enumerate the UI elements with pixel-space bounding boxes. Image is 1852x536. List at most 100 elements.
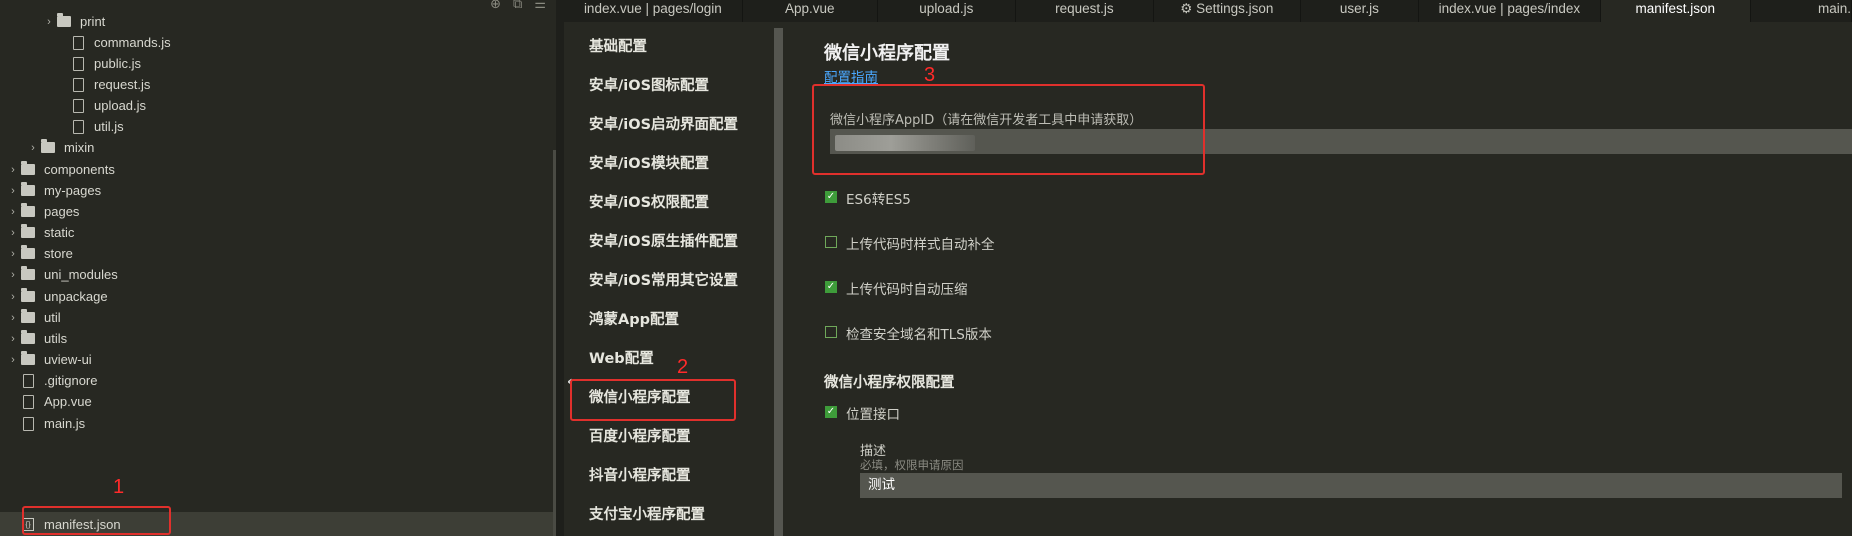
file-icon: [72, 77, 84, 92]
nav-item-app-modules[interactable]: 安卓/iOS模块配置: [589, 150, 709, 178]
file-icon: [22, 416, 34, 431]
manifest-config-nav: 基础配置 安卓/iOS图标配置 安卓/iOS启动界面配置 安卓/iOS模块配置 …: [564, 22, 774, 536]
chevron-right-icon[interactable]: ›: [6, 164, 20, 176]
tree-item-label: unpackage: [44, 289, 108, 304]
panel-divider[interactable]: [556, 0, 564, 536]
tree-item-label: pages: [44, 204, 80, 219]
nav-scrollbar[interactable]: [774, 28, 783, 536]
tree-item-label: print: [80, 14, 106, 29]
tree-item-label: utils: [44, 331, 68, 346]
es6-checkbox[interactable]: ✓: [825, 191, 837, 203]
tab-app-vue[interactable]: App.vue: [743, 0, 878, 22]
tab-index-index[interactable]: index.vue | pages/index: [1419, 0, 1601, 22]
tab-user-js[interactable]: user.js: [1301, 0, 1420, 22]
tree-item-label: my-pages: [44, 183, 102, 198]
nav-item-app-other-settings[interactable]: 安卓/iOS常用其它设置: [589, 267, 738, 295]
tree-item-label: request.js: [94, 77, 151, 92]
editor-tab-bar: index.vue | pages/login App.vue upload.j…: [564, 0, 1852, 22]
style-autoprefix-checkbox[interactable]: [825, 236, 837, 248]
tree-item-label: upload.js: [94, 98, 147, 113]
check-icon: ✓: [826, 191, 836, 202]
folder-icon: [21, 309, 35, 323]
tab-main-js[interactable]: main.: [1751, 0, 1852, 22]
tree-item-label: uview-ui: [44, 352, 92, 367]
folder-icon: [21, 182, 35, 196]
nav-item-baidu[interactable]: 百度小程序配置: [589, 423, 691, 451]
chevron-right-icon[interactable]: ›: [6, 312, 20, 324]
tab-label: index.vue | pages/index: [1438, 1, 1581, 16]
tab-label: App.vue: [785, 1, 835, 16]
gear-icon: ⚙: [1180, 1, 1197, 16]
file-icon: [72, 119, 84, 134]
file-icon: [22, 373, 34, 388]
tree-item-label: mixin: [64, 140, 95, 155]
tree-item-label: util.js: [94, 119, 124, 134]
nav-item-app-native-plugins[interactable]: 安卓/iOS原生插件配置: [589, 228, 738, 256]
tab-label: manifest.json: [1635, 1, 1715, 16]
minify-label: 上传代码时自动压缩: [846, 282, 968, 298]
nav-item-web[interactable]: Web配置: [589, 345, 654, 373]
chevron-right-icon[interactable]: ›: [6, 333, 20, 345]
nav-item-app-icon[interactable]: 安卓/iOS图标配置: [589, 72, 709, 100]
tab-label: index.vue | pages/login: [583, 1, 722, 16]
chevron-right-icon[interactable]: ›: [6, 227, 20, 239]
tab-label: user.js: [1339, 1, 1379, 16]
folder-icon: [21, 266, 35, 280]
chevron-right-icon[interactable]: ›: [6, 354, 20, 366]
annotation-number-2: 2: [677, 356, 689, 378]
chevron-right-icon[interactable]: ›: [6, 248, 20, 260]
chevron-right-icon[interactable]: ›: [42, 16, 56, 28]
chevron-right-icon[interactable]: ›: [6, 291, 20, 303]
nav-item-toutiao[interactable]: 抖音小程序配置: [589, 462, 691, 490]
folder-icon: [21, 245, 35, 259]
annotation-number-3: 3: [924, 64, 936, 86]
tab-label: main.: [1817, 1, 1851, 16]
chevron-right-icon[interactable]: ›: [26, 142, 40, 154]
tab-index-login[interactable]: index.vue | pages/login: [564, 0, 743, 22]
nav-item-app-permissions[interactable]: 安卓/iOS权限配置: [589, 189, 709, 217]
location-checkbox[interactable]: ✓: [825, 406, 837, 418]
nav-item-basic[interactable]: 基础配置: [589, 33, 647, 61]
es6-label: ES6转ES5: [846, 192, 911, 208]
tree-item-label: main.js: [44, 416, 86, 431]
tab-request-js[interactable]: request.js: [1016, 0, 1154, 22]
annotation-box-1: [22, 506, 171, 535]
chevron-right-icon[interactable]: ›: [6, 269, 20, 281]
tree-item-label: commands.js: [94, 35, 171, 50]
annotation-box-3: [812, 84, 1205, 175]
check-icon: ✓: [826, 406, 836, 417]
tree-item-label: static: [44, 225, 75, 240]
nav-item-app-splash[interactable]: 安卓/iOS启动界面配置: [589, 111, 738, 139]
tree-item-label: components: [44, 162, 115, 177]
desc-input[interactable]: 测试: [860, 473, 1842, 498]
check-icon: ✓: [826, 281, 836, 292]
chevron-right-icon[interactable]: ›: [6, 185, 20, 197]
tree-item-label: util: [44, 310, 61, 325]
file-icon: [22, 394, 34, 409]
url-check-label: 检查安全域名和TLS版本: [846, 327, 992, 343]
annotation-number-1: 1: [113, 476, 125, 498]
tab-label: request.js: [1055, 1, 1114, 16]
file-explorer: ⊕ ⧉ ☰ › print commands.js public.js requ…: [0, 0, 556, 536]
style-autoprefix-label: 上传代码时样式自动补全: [846, 237, 995, 253]
tab-upload-js[interactable]: upload.js: [878, 0, 1016, 22]
tree-item-label: public.js: [94, 56, 141, 71]
config-guide-link[interactable]: 配置指南: [824, 66, 878, 86]
url-check-checkbox[interactable]: [825, 326, 837, 338]
tree-item-label: uni_modules: [44, 267, 118, 282]
page-title: 微信小程序配置: [824, 43, 950, 64]
tab-manifest-json[interactable]: manifest.json: [1600, 0, 1751, 22]
tree-item-label: App.vue: [44, 394, 92, 409]
annotation-box-2: [570, 379, 736, 421]
folder-icon: [21, 203, 35, 217]
tab-label: upload.js: [919, 1, 974, 16]
minify-checkbox[interactable]: ✓: [825, 281, 837, 293]
nav-item-harmony[interactable]: 鸿蒙App配置: [589, 306, 679, 334]
tab-settings-json[interactable]: ⚙ Settings.json: [1154, 0, 1301, 22]
tree-file-main-js[interactable]: main.js: [0, 411, 556, 436]
chevron-right-icon[interactable]: ›: [6, 206, 20, 218]
folder-icon: [21, 161, 35, 175]
nav-item-alipay[interactable]: 支付宝小程序配置: [589, 501, 705, 529]
file-icon: [72, 35, 84, 50]
file-icon: [72, 98, 84, 113]
